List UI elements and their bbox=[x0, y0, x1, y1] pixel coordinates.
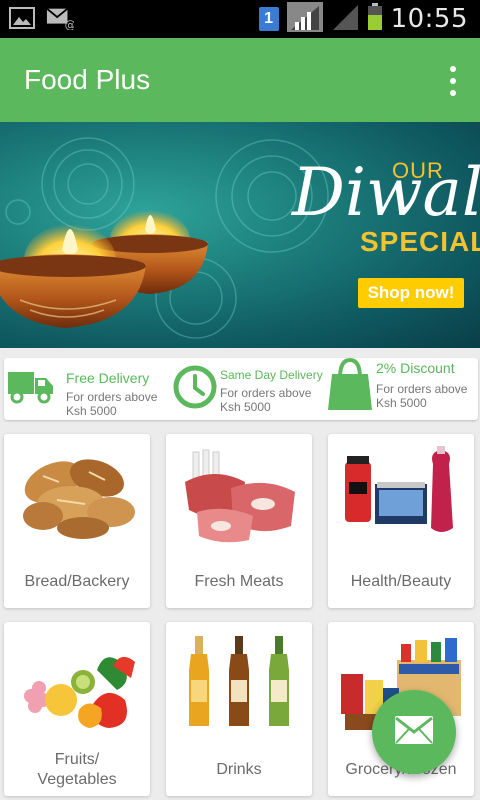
bread-image bbox=[13, 442, 141, 546]
feature-line1: For orders above bbox=[376, 382, 468, 396]
mail-at-icon: @ bbox=[46, 6, 74, 30]
app-bar: Food Plus bbox=[0, 38, 480, 122]
battery-icon bbox=[367, 2, 383, 36]
feature-line1: For orders above bbox=[220, 386, 312, 400]
feature-line1: For orders above bbox=[66, 390, 158, 404]
feature-title: Free Delivery bbox=[66, 370, 150, 386]
category-card-health-beauty[interactable]: Health/Beauty bbox=[328, 434, 474, 608]
mail-icon bbox=[394, 715, 434, 750]
category-card-fruits-vegetables[interactable]: Fruits/ Vegetables bbox=[4, 622, 150, 796]
feature-title: Same Day Delivery bbox=[220, 368, 323, 382]
category-card-bread[interactable]: Bread/Backery bbox=[4, 434, 150, 608]
feature-discount: 2% Discount For orders above Ksh 5000 bbox=[326, 357, 476, 420]
status-bar: @ 1 10:55 bbox=[0, 0, 480, 38]
category-label: Fruits/ Vegetables bbox=[4, 750, 150, 790]
feature-free-delivery: Free Delivery For orders above Ksh 5000 bbox=[6, 358, 168, 420]
fruits-image bbox=[13, 630, 141, 734]
feature-line2: Ksh 5000 bbox=[376, 396, 427, 410]
category-label: Health/Beauty bbox=[350, 573, 452, 590]
toiletries-image bbox=[337, 442, 465, 546]
category-label: Fresh Meats bbox=[194, 573, 284, 590]
clock-icon bbox=[172, 364, 218, 415]
image-icon bbox=[8, 6, 36, 30]
meat-image bbox=[175, 442, 303, 546]
promo-banner[interactable]: OUR Diwali SPECIALS Shop now! bbox=[0, 122, 480, 348]
category-label: Bread/Backery bbox=[24, 573, 130, 590]
signal-2-icon bbox=[331, 3, 359, 36]
more-vertical-icon[interactable] bbox=[446, 66, 460, 96]
feature-same-day: Same Day Delivery For orders above Ksh 5… bbox=[170, 358, 326, 420]
category-card-drinks[interactable]: Drinks bbox=[166, 622, 312, 796]
drinks-image bbox=[175, 630, 303, 734]
shopping-bag-icon bbox=[326, 357, 374, 417]
shop-now-button[interactable]: Shop now! bbox=[358, 278, 464, 308]
compose-message-button[interactable] bbox=[372, 690, 456, 774]
category-card-meats[interactable]: Fresh Meats bbox=[166, 434, 312, 608]
features-strip: Free Delivery For orders above Ksh 5000 … bbox=[4, 357, 478, 420]
feature-line2: Ksh 5000 bbox=[66, 404, 117, 418]
category-label: Drinks bbox=[216, 761, 262, 778]
app-title: Food Plus bbox=[24, 64, 151, 95]
category-label-text: Fruits/ Vegetables bbox=[37, 751, 117, 788]
banner-diwali: Diwali bbox=[292, 154, 480, 231]
feature-title: 2% Discount bbox=[376, 360, 455, 376]
signal-icon bbox=[286, 1, 323, 37]
sim-badge: 1 bbox=[258, 7, 279, 31]
delivery-truck-icon bbox=[8, 366, 54, 411]
clock: 10:55 bbox=[390, 4, 468, 34]
banner-specials: SPECIALS bbox=[360, 226, 480, 257]
feature-line2: Ksh 5000 bbox=[220, 400, 271, 414]
svg-text:@: @ bbox=[65, 18, 74, 30]
